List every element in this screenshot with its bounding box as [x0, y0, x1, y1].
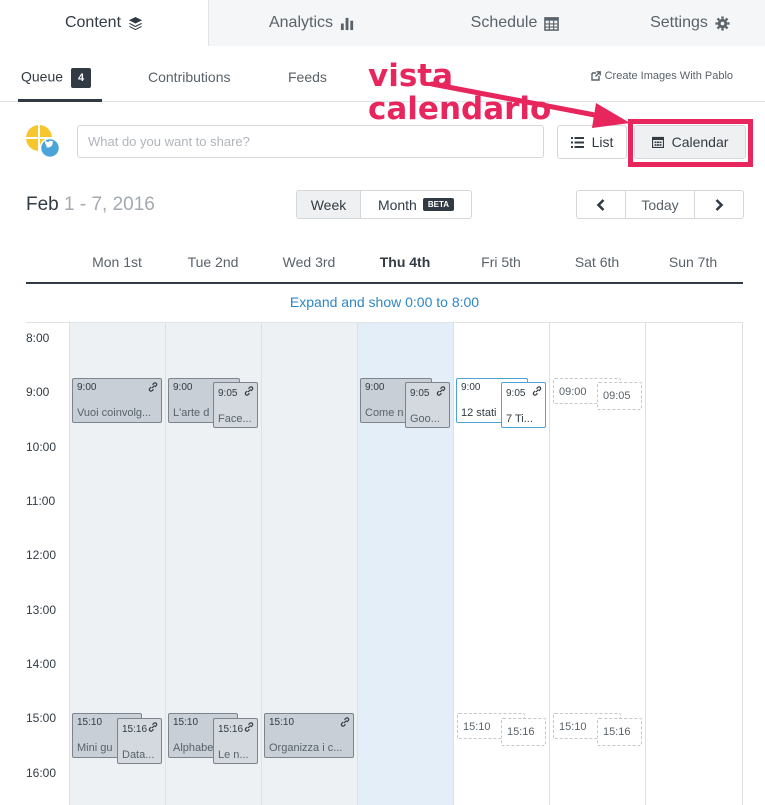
header-divider — [26, 282, 743, 284]
post-time: 9:05 — [410, 388, 430, 399]
scheduled-post[interactable]: 9:00 Vuoi coinvolg... — [72, 378, 162, 423]
tab-schedule[interactable]: Schedule — [415, 0, 615, 46]
post-preview: Organizza i c... — [269, 742, 343, 754]
subnav-feeds[interactable]: Feeds — [288, 69, 327, 85]
post-preview: Face... — [218, 413, 252, 425]
scheduled-post[interactable]: 9:05 Face... — [213, 382, 258, 428]
bar-chart-icon — [340, 16, 355, 31]
post-preview: Le n... — [218, 749, 249, 761]
day-header-sun: Sun 7th — [668, 254, 718, 270]
link-icon — [532, 386, 542, 396]
link-icon — [148, 382, 158, 392]
list-view-label: List — [591, 134, 614, 150]
post-preview: Alphabe — [173, 742, 214, 754]
queue-label: Queue — [21, 68, 64, 85]
link-icon — [244, 722, 254, 732]
hour-label: 14:00 — [26, 657, 57, 671]
date-range: Feb 1 - 7, 2016 — [26, 194, 155, 216]
day-header-wed: Wed 3rd — [282, 254, 336, 270]
tab-content[interactable]: Content — [0, 0, 209, 46]
tab-analytics[interactable]: Analytics — [209, 0, 415, 46]
day-header-fri: Fri 5th — [481, 254, 521, 270]
post-time: 9:00 — [173, 382, 193, 393]
post-time: 15:10 — [173, 717, 199, 728]
chevron-right-icon — [715, 198, 724, 211]
scheduled-post[interactable]: 15:10 Organizza i c... — [264, 713, 354, 758]
subnav-queue[interactable]: Queue 4 — [21, 68, 92, 88]
subnav-contributions[interactable]: Contributions — [148, 69, 231, 85]
week-button[interactable]: Week — [297, 191, 361, 218]
post-preview: Vuoi coinvolg... — [77, 407, 152, 419]
post-time: 15:16 — [218, 724, 244, 735]
post-preview: 12 stati — [461, 407, 497, 419]
date-range-month: Feb — [26, 194, 59, 215]
link-icon — [340, 717, 350, 727]
chevron-left-icon — [596, 198, 605, 211]
hour-label: 15:00 — [26, 711, 57, 725]
hour-label: 9:00 — [26, 385, 50, 399]
avatar[interactable] — [25, 124, 61, 160]
post-preview: Mini gu — [77, 742, 113, 754]
tab-settings-label: Settings — [650, 14, 708, 31]
date-navigation: Today — [576, 190, 744, 219]
calendar-grid-icon — [544, 16, 560, 31]
link-icon — [244, 386, 254, 396]
layers-icon — [128, 16, 143, 31]
post-preview: Data... — [122, 749, 155, 761]
empty-time-slot[interactable]: 15:16 — [597, 718, 642, 746]
empty-time-slot[interactable]: 15:16 — [501, 718, 546, 746]
previous-week-button[interactable] — [577, 191, 625, 218]
gear-icon — [715, 15, 730, 31]
tab-analytics-label: Analytics — [268, 14, 334, 31]
post-time: 15:16 — [122, 724, 148, 735]
post-time: 15:10 — [269, 717, 295, 728]
tab-settings[interactable]: Settings — [615, 0, 765, 46]
scheduled-post[interactable]: 15:16 Data... — [117, 718, 162, 764]
hour-label: 12:00 — [26, 548, 57, 562]
active-subnav-indicator — [18, 99, 102, 102]
beta-badge: BETA — [422, 198, 455, 211]
scheduled-post[interactable]: 9:05 7 Ti... — [501, 382, 546, 428]
day-header-tue: Tue 2nd — [187, 254, 239, 270]
post-preview: L'arte d — [173, 407, 210, 419]
tab-schedule-label: Schedule — [470, 14, 538, 31]
expand-hours-link[interactable]: Expand and show 0:00 to 8:00 — [26, 294, 743, 310]
hour-label: 16:00 — [26, 766, 57, 780]
empty-time-slot[interactable]: 09:05 — [597, 382, 642, 410]
top-tabs: Content Analytics Schedule Settings — [0, 0, 765, 46]
hour-label: 11:00 — [26, 494, 56, 508]
annotation-arrow — [430, 81, 630, 128]
post-time: 9:00 — [77, 382, 97, 393]
link-icon — [148, 722, 158, 732]
month-label: Month — [377, 196, 417, 213]
hour-label: 13:00 — [26, 603, 57, 617]
post-time: 9:05 — [218, 388, 238, 399]
scheduled-post[interactable]: 9:05 Goo... — [405, 382, 450, 428]
post-time: 9:00 — [365, 382, 385, 393]
period-toggle: Week Month BETA — [296, 190, 472, 219]
post-time: 9:00 — [461, 382, 481, 393]
today-button[interactable]: Today — [625, 191, 695, 218]
month-button[interactable]: Month BETA — [361, 191, 471, 218]
day-header-sat: Sat 6th — [574, 254, 620, 270]
list-icon — [570, 136, 584, 148]
post-time: 15:10 — [77, 717, 103, 728]
hour-label: 8:00 — [26, 331, 50, 345]
tab-content-label: Content — [64, 14, 122, 31]
day-header-thu: Thu 4th — [379, 254, 431, 270]
post-preview: Come n — [365, 407, 404, 419]
next-week-button[interactable] — [695, 191, 743, 218]
hour-label: 10:00 — [26, 440, 57, 454]
post-preview: 7 Ti... — [506, 413, 533, 425]
day-column-sun[interactable] — [645, 323, 743, 805]
link-icon — [436, 386, 446, 396]
day-header-mon: Mon 1st — [92, 254, 142, 270]
post-preview: Goo... — [410, 413, 440, 425]
date-range-days: 1 - 7, 2016 — [64, 194, 155, 215]
scheduled-post[interactable]: 15:16 Le n... — [213, 718, 258, 764]
annotation-highlight-box — [628, 119, 753, 167]
queue-count-badge: 4 — [71, 68, 92, 88]
post-time: 9:05 — [506, 388, 526, 399]
